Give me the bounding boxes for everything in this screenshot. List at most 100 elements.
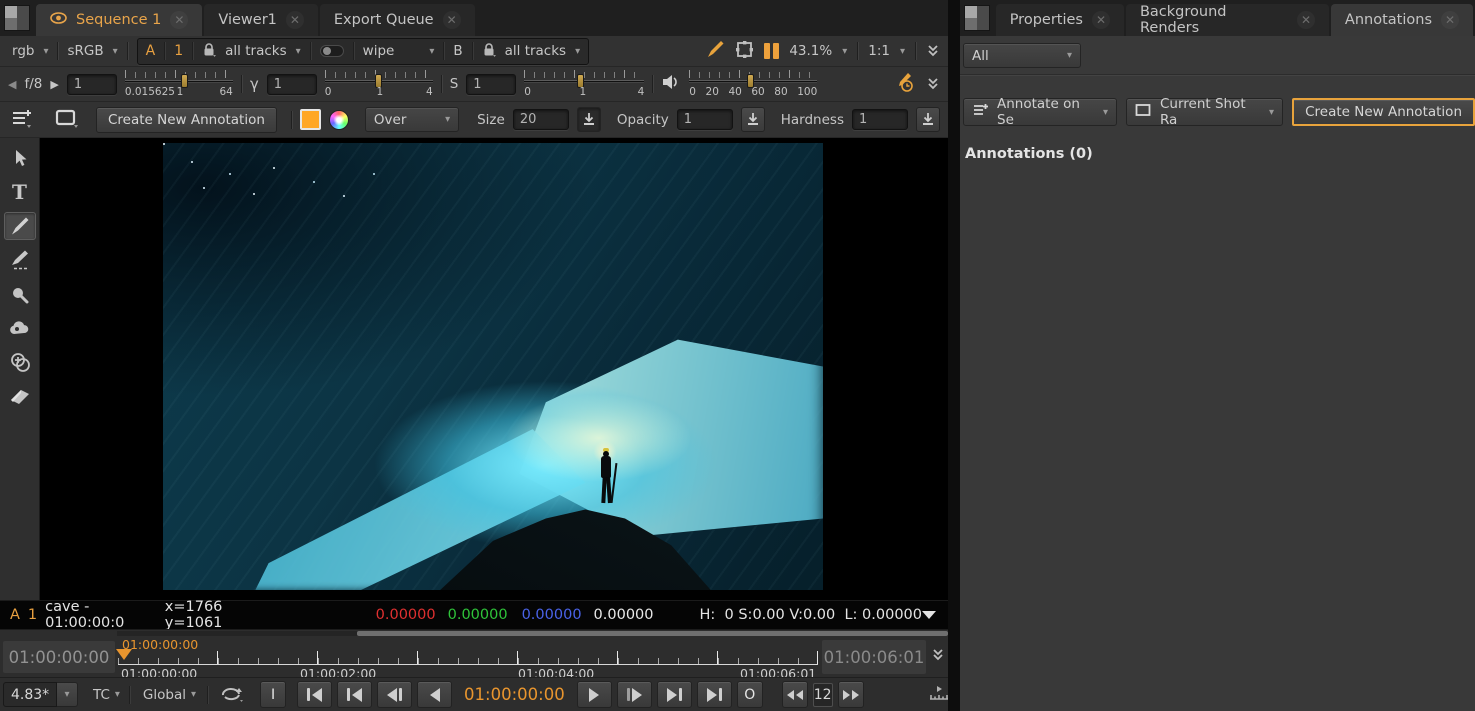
blend-mode-select[interactable]: Over ▾ <box>365 107 459 132</box>
range-mode-select[interactable]: Global <box>143 687 186 703</box>
chevron-down-icon: ▾ <box>191 689 196 700</box>
text-tool[interactable]: T <box>4 178 36 206</box>
close-icon[interactable]: ✕ <box>286 11 304 29</box>
loop-mode-icon[interactable] <box>219 683 245 707</box>
speaker-icon[interactable] <box>661 73 681 95</box>
annotation-rect-icon <box>1135 103 1152 121</box>
clone-tool[interactable] <box>4 348 36 376</box>
status-expand-icon[interactable] <box>922 611 936 619</box>
gain-input[interactable] <box>67 74 117 95</box>
eyedropper-timer-icon[interactable] <box>892 71 916 97</box>
zoom-level-select[interactable]: 43.1% <box>789 43 832 59</box>
opacity-input[interactable] <box>677 109 733 130</box>
hardness-default-icon[interactable] <box>916 107 940 132</box>
create-annotation-button[interactable]: Create New Annotation <box>1292 98 1475 126</box>
tab-label: Viewer1 <box>218 12 277 28</box>
playback-rate[interactable]: 4.83* ▾ <box>3 682 78 707</box>
a-track-select[interactable]: all tracks <box>225 43 286 59</box>
annotation-filter-select[interactable]: All ▾ <box>963 43 1081 68</box>
input-b-label[interactable]: B <box>453 43 462 59</box>
hardness-input[interactable] <box>852 109 908 130</box>
collapse-toolbar-icon[interactable] <box>926 77 940 91</box>
timeline-ruler[interactable] <box>118 651 818 664</box>
next-stop-arrow-icon[interactable]: ▶ <box>50 78 58 91</box>
lock-icon[interactable] <box>482 42 496 61</box>
annotation-brush-icon[interactable] <box>705 39 725 63</box>
play-backward-button[interactable] <box>417 681 452 708</box>
close-icon[interactable]: ✕ <box>170 11 188 29</box>
prev-stop-arrow-icon[interactable]: ◀ <box>8 78 16 91</box>
line-tool[interactable] <box>4 246 36 274</box>
timecode-mode-select[interactable]: TC <box>93 687 110 703</box>
size-input[interactable] <box>513 109 569 130</box>
tab-annotations[interactable]: Annotations ✕ <box>1331 4 1473 36</box>
fstop-label[interactable]: f/8 <box>24 76 42 92</box>
close-icon[interactable]: ✕ <box>1092 11 1110 29</box>
tab-sequence-1[interactable]: Sequence 1 ✕ <box>36 4 202 36</box>
playback-rate-value: 4.83* <box>3 682 57 707</box>
brush-tool[interactable] <box>4 212 36 240</box>
tab-export-queue[interactable]: Export Queue ✕ <box>320 4 475 36</box>
wipe-mode-select[interactable]: wipe <box>363 43 395 59</box>
gamma-slider[interactable]: 0 1 4 <box>325 69 433 99</box>
input-a-label[interactable]: A <box>146 43 156 59</box>
colorspace-select[interactable]: sRGB <box>67 43 103 59</box>
brush-color-swatch[interactable] <box>300 109 321 130</box>
saturation-slider[interactable]: 0 1 4 <box>524 69 644 99</box>
saturation-input[interactable] <box>466 74 516 95</box>
wipe-toggle[interactable] <box>320 45 344 57</box>
annotation-stack-icon <box>972 102 989 122</box>
gamma-input[interactable] <box>267 74 317 95</box>
set-in-button[interactable]: I <box>260 681 286 708</box>
annotation-rect-icon[interactable] <box>54 107 80 133</box>
annotate-on-select[interactable]: Annotate on Se ▾ <box>963 98 1117 126</box>
status-input-label: A <box>10 607 20 623</box>
set-out-button[interactable]: O <box>737 681 763 708</box>
play-button[interactable] <box>577 681 612 708</box>
zoom-tool[interactable] <box>4 280 36 308</box>
collapse-toolbar-icon[interactable] <box>926 44 940 58</box>
status-blue-value: 0.00000 <box>522 607 582 623</box>
opacity-default-icon[interactable] <box>741 107 765 132</box>
roi-icon[interactable] <box>735 40 754 63</box>
b-track-select[interactable]: all tracks <box>505 43 566 59</box>
chevron-down-icon: ▾ <box>113 46 118 57</box>
cloud-tool[interactable] <box>4 314 36 342</box>
annotation-stack-icon[interactable] <box>10 107 34 133</box>
close-icon[interactable]: ✕ <box>1441 11 1459 29</box>
viewer-canvas[interactable] <box>40 138 948 600</box>
step-forward-button[interactable] <box>617 681 652 708</box>
shot-range-select[interactable]: Current Shot Ra ▾ <box>1126 98 1283 126</box>
volume-slider[interactable]: 0 20 40 60 80 100 <box>689 69 817 99</box>
pause-render-icon[interactable] <box>764 43 779 59</box>
close-icon[interactable]: ✕ <box>443 11 461 29</box>
collapse-timeline-icon[interactable] <box>931 648 945 662</box>
previous-edit-button[interactable] <box>337 681 372 708</box>
scrollbar-handle[interactable] <box>357 631 948 636</box>
panel-layout-icon[interactable] <box>964 5 990 31</box>
tab-background-renders[interactable]: Background Renders ✕ <box>1126 4 1329 36</box>
step-back-button[interactable] <box>377 681 412 708</box>
next-edit-button[interactable] <box>657 681 692 708</box>
decrement-fps-button[interactable] <box>782 681 808 708</box>
gain-slider[interactable]: 0.015625 1 64 <box>125 69 233 99</box>
flipbook-icon[interactable] <box>927 684 951 706</box>
transport-timecode[interactable]: 01:00:00:00 <box>464 685 565 704</box>
create-annotation-button[interactable]: Create New Annotation <box>96 107 277 133</box>
tab-properties[interactable]: Properties ✕ <box>996 4 1124 36</box>
color-wheel-icon[interactable] <box>329 110 349 130</box>
eraser-tool[interactable] <box>4 382 36 410</box>
tab-viewer1[interactable]: Viewer1 ✕ <box>204 4 318 36</box>
channel-select[interactable]: rgb <box>12 43 34 59</box>
increment-fps-button[interactable] <box>838 681 864 708</box>
lock-icon[interactable] <box>202 42 216 61</box>
fps-display[interactable]: 12 <box>813 683 833 707</box>
go-to-start-button[interactable] <box>297 681 332 708</box>
panel-layout-icon[interactable] <box>4 5 30 31</box>
select-tool[interactable] <box>4 144 36 172</box>
close-icon[interactable]: ✕ <box>1297 11 1315 29</box>
size-default-icon[interactable] <box>577 107 601 132</box>
timeline-scrollbar[interactable] <box>117 631 948 636</box>
proxy-select[interactable]: 1:1 <box>868 43 890 59</box>
go-to-end-button[interactable] <box>697 681 732 708</box>
